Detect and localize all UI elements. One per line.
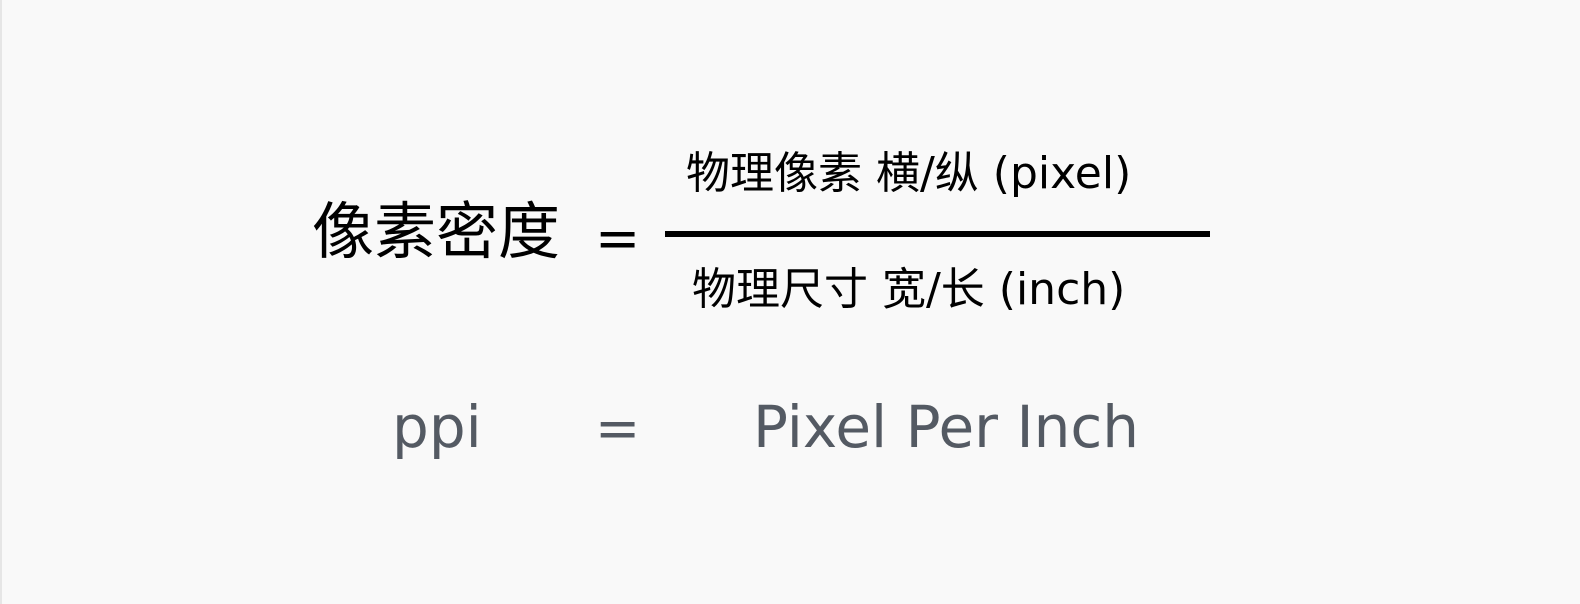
abbreviation-term: ppi xyxy=(392,393,482,461)
lhs-label: 像素密度 xyxy=(312,195,561,268)
fraction-denominator: 物理尺寸 宽/长 (inch) xyxy=(692,264,1126,315)
abbreviation-expansion: Pixel Per Inch xyxy=(753,393,1139,461)
fraction-bar xyxy=(665,231,1210,237)
abbreviation-equals-sign: = xyxy=(595,397,641,460)
left-border xyxy=(0,0,2,604)
equals-sign: = xyxy=(595,207,641,270)
fraction-numerator: 物理像素 横/纵 (pixel) xyxy=(686,148,1132,199)
